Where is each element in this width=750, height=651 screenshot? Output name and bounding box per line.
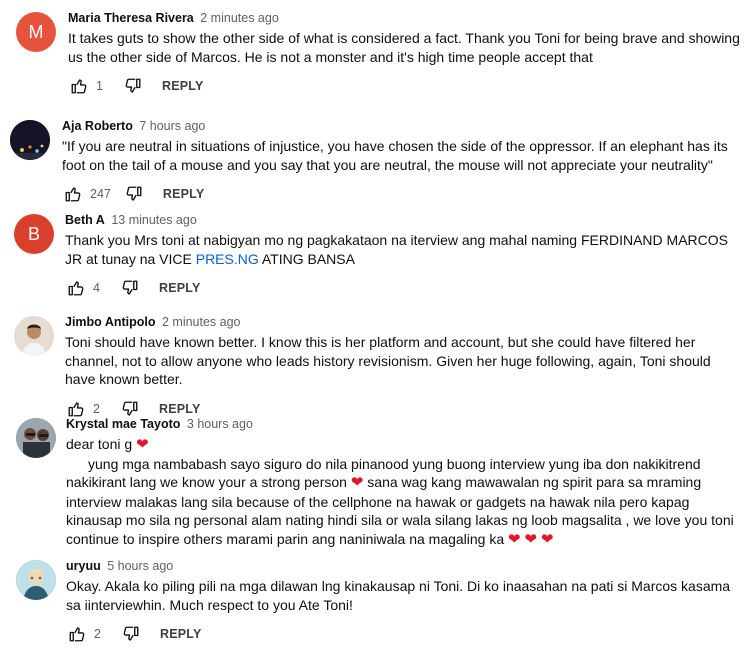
comment-line: yung mga nambabash sayo siguro do nila p… [66,455,742,550]
comment-author[interactable]: Jimbo Antipolo [65,315,156,329]
comment-line: dear toni g ❤ [66,435,742,455]
comment-text-part: dear toni g [66,436,133,452]
like-count: 1 [96,79,103,93]
comment-author[interactable]: Maria Theresa Rivera [68,11,194,25]
reply-button[interactable]: REPLY [159,402,201,416]
reply-button[interactable]: REPLY [162,79,204,93]
comment-timestamp[interactable]: 7 hours ago [139,119,205,133]
comment-author[interactable]: Krystal mae Tayoto [66,417,180,431]
avatar-image [16,560,56,600]
comment-timestamp[interactable]: 5 hours ago [107,559,173,573]
thumbs-up-icon[interactable] [68,75,90,97]
like-count: 2 [93,401,100,416]
thumbs-down-icon[interactable] [122,75,144,97]
thumbs-up-icon[interactable] [62,183,84,205]
avatar-letter: M [28,21,44,42]
comment-text: dear toni g ❤ yung mga nambabash sayo si… [66,435,742,549]
comment-timestamp[interactable]: 3 hours ago [187,417,253,431]
avatar-image [10,120,50,160]
comment-text: Toni should have known better. I know th… [65,334,711,387]
like-count: 4 [93,281,100,295]
avatar[interactable] [10,120,50,160]
comment-author[interactable]: Aja Roberto [62,119,133,133]
comment-text: "If you are neutral in situations of inj… [62,138,728,173]
thumbs-up-icon[interactable] [65,277,87,299]
avatar-letter: B [27,223,40,244]
comment-text: It takes guts to show the other side of … [68,30,740,65]
avatar-image [14,316,54,356]
avatar[interactable] [16,560,56,600]
reply-button[interactable]: REPLY [163,187,205,201]
thumbs-down-icon[interactable] [123,183,145,205]
avatar[interactable] [16,418,56,458]
like-count: 247 [90,187,111,201]
like-count: 2 [94,627,101,641]
avatar[interactable] [14,316,54,356]
heart-icon: ❤ [540,530,554,548]
heart-icon: ❤ [136,436,149,453]
comment-timestamp[interactable]: 2 minutes ago [162,315,241,329]
comment-author[interactable]: uryuu [66,559,101,573]
comment-timestamp[interactable]: 2 minutes ago [200,11,279,25]
comment-timestamp[interactable]: 13 minutes ago [111,213,196,227]
comment-text: Okay. Akala ko piling pili na mga dilawa… [66,578,731,613]
thumbs-up-icon[interactable] [66,623,88,645]
avatar-image [16,418,56,458]
comment-text: Thank you Mrs toni at nabigyan mo ng pag… [65,231,742,268]
reply-button[interactable]: REPLY [160,627,202,641]
heart-icon: ❤ [524,530,538,548]
avatar[interactable]: M [16,12,56,52]
comment-text-part: Thank you Mrs toni at nabigyan mo ng pag… [65,232,728,267]
comment-text-part: ATING BANSA [258,250,355,267]
heart-icon: ❤ [508,530,521,548]
comment-author[interactable]: Beth A [65,213,105,227]
hashtag-link[interactable]: PRES.NG [196,251,259,267]
avatar[interactable]: B [14,214,54,254]
thumbs-down-icon[interactable] [120,623,142,645]
heart-icon: ❤ [350,474,364,491]
thumbs-down-icon[interactable] [119,277,141,299]
reply-button[interactable]: REPLY [159,281,201,295]
